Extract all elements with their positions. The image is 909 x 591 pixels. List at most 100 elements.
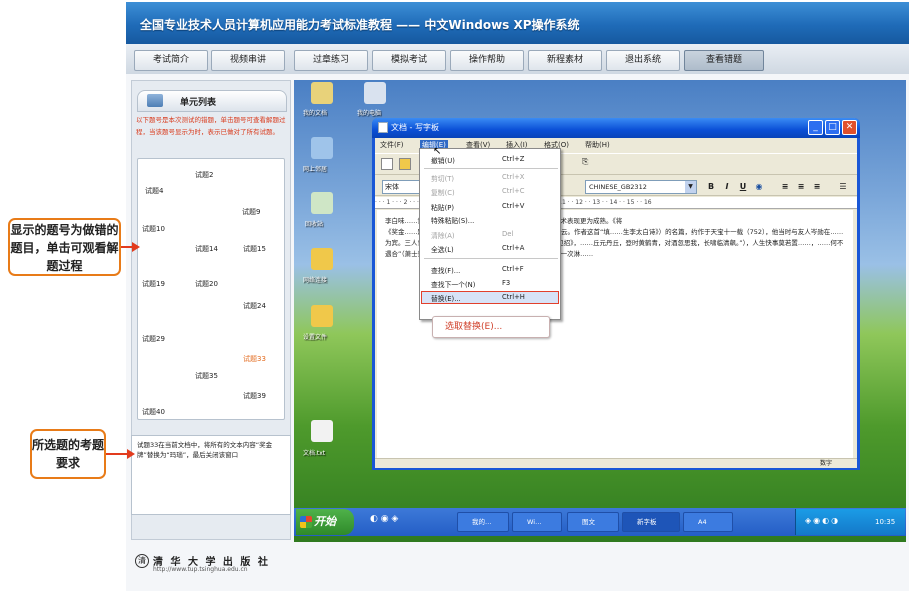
desktop-icon-label: 网上邻居 (303, 166, 328, 173)
question-item[interactable]: 试题24 (243, 301, 266, 311)
underline-icon[interactable]: U (737, 181, 749, 193)
quick-launch-icon[interactable]: ◐ ◉ ◈ (370, 514, 398, 524)
menu-help[interactable]: 帮助(H) (585, 140, 610, 150)
tab-mock-exam[interactable]: 模拟考试 (372, 50, 446, 71)
question-item[interactable]: 试题20 (195, 279, 218, 289)
shortcut-text: Ctrl+V (502, 202, 525, 210)
status-bar (375, 458, 857, 468)
paste-icon[interactable]: ⎘ (582, 157, 594, 169)
question-item[interactable]: 试题19 (142, 279, 165, 289)
color-icon[interactable]: ◉ (753, 181, 765, 193)
minimize-button[interactable]: _ (808, 120, 823, 135)
menu-item-replace[interactable]: 替换(E)... (431, 293, 461, 303)
arrow-head-icon (132, 242, 140, 252)
taskbar-button[interactable]: Wi… (512, 512, 562, 532)
tab-video[interactable]: 视频串讲 (211, 50, 285, 71)
publisher-logo: 清 (135, 554, 149, 568)
mouse-cursor-icon: ↖ (433, 146, 442, 157)
question-item[interactable]: 试题40 (142, 407, 165, 417)
desktop-icon-label: 设置文件 (303, 334, 328, 341)
italic-icon[interactable]: I (721, 181, 733, 193)
question-item[interactable]: 试题2 (195, 170, 213, 180)
new-document-icon[interactable] (381, 158, 393, 170)
recycle-bin-icon[interactable] (311, 192, 333, 214)
shortcut-text: Ctrl+C (502, 187, 525, 195)
menu-item-paste-special[interactable]: 特殊粘贴(S)... (431, 215, 474, 225)
publisher-url: http://www.tup.tsinghua.edu.cn (153, 566, 248, 573)
menu-separator (424, 168, 558, 169)
tab-chapter-practice[interactable]: 过章练习 (294, 50, 368, 71)
align-right-icon[interactable]: ≡ (811, 181, 823, 193)
shortcut-text: Ctrl+A (502, 244, 525, 252)
menu-item-clear[interactable]: 清除(A) (431, 230, 455, 240)
bullets-icon[interactable]: ☰ (837, 181, 849, 193)
question-item[interactable]: 试题4 (145, 186, 163, 196)
shortcut-text: Ctrl+X (502, 173, 525, 181)
desktop-icon-label: 文档.txt (303, 450, 326, 457)
monitor-icon (147, 94, 163, 107)
shortcut-text: Del (502, 230, 514, 238)
app-title: 全国专业技术人员计算机应用能力考试标准教程 —— 中文Windows XP操作系… (140, 18, 580, 32)
question-item[interactable]: 试题10 (142, 224, 165, 234)
wordpad-icon (378, 122, 388, 133)
callout-error-items: 显示的题号为做错的题目，单击可观看解题过程 (8, 218, 121, 276)
shortcut-text: F3 (502, 279, 511, 287)
tab-materials[interactable]: 新程素材 (528, 50, 602, 71)
taskbar-button[interactable]: 图文 (567, 512, 619, 532)
folder-icon[interactable] (311, 305, 333, 327)
my-documents-icon[interactable] (311, 82, 333, 104)
menu-item-copy[interactable]: 复制(C) (431, 187, 455, 197)
question-item[interactable]: 试题29 (142, 334, 165, 344)
status-text: 数字 (820, 460, 833, 467)
my-computer-icon[interactable] (364, 82, 386, 104)
question-item-selected[interactable]: 试题33 (243, 354, 266, 364)
wordpad-titlebar[interactable] (372, 118, 860, 138)
instructions-text: 以下题号是本次测试的错题，单击题号可查看解题过程，当该题号显示为时，表示已做对了… (136, 116, 286, 136)
menu-separator (424, 258, 558, 259)
arrow-head-icon (127, 449, 135, 459)
shortcut-text: Ctrl+F (502, 265, 524, 273)
replace-hint-tooltip: 选取替换(E)... (432, 316, 550, 338)
align-left-icon[interactable]: ≡ (779, 181, 791, 193)
tab-exam-intro[interactable]: 考试简介 (134, 50, 208, 71)
clock: 10:35 (875, 518, 896, 526)
menu-file[interactable]: 文件(F) (380, 140, 404, 150)
question-item[interactable]: 试题35 (195, 371, 218, 381)
menu-item-select-all[interactable]: 全选(L) (431, 244, 454, 254)
unit-title: 单元列表 (180, 98, 217, 108)
menu-item-cut[interactable]: 剪切(T) (431, 173, 454, 183)
question-item[interactable]: 试题9 (242, 207, 260, 217)
network-icon[interactable] (311, 137, 333, 159)
charset-select[interactable]: CHINESE_GB2312 (585, 180, 697, 194)
close-button[interactable]: ✕ (842, 120, 857, 135)
text-file-icon[interactable] (311, 420, 333, 442)
menu-item-find[interactable]: 查找(F)... (431, 265, 460, 275)
open-folder-icon[interactable] (399, 158, 411, 170)
tray-icons[interactable]: ◈◉◐◑ (805, 516, 840, 525)
shortcut-text: Ctrl+Z (502, 155, 525, 163)
callout-requirement: 所选题的考题要求 (30, 429, 106, 479)
wordpad-title: 文档 - 写字板 (391, 123, 439, 132)
desktop-icon-label: 网络连接 (303, 277, 328, 284)
shortcut-text: Ctrl+H (502, 293, 525, 301)
taskbar-button[interactable]: A4 (683, 512, 733, 532)
menu-item-find-next[interactable]: 查找下一个(N) (431, 279, 475, 289)
bold-icon[interactable]: B (705, 181, 717, 193)
align-center-icon[interactable]: ≡ (795, 181, 807, 193)
question-item[interactable]: 试题15 (243, 244, 266, 254)
tab-view-errors[interactable]: 查看错题 (684, 50, 764, 71)
desktop-icon-label: 我的文档 (303, 110, 328, 117)
desktop-icon-label: 回收站 (305, 221, 324, 228)
tab-exit[interactable]: 退出系统 (606, 50, 680, 71)
folder-icon[interactable] (311, 248, 333, 270)
tab-help[interactable]: 操作帮助 (450, 50, 524, 71)
question-item[interactable]: 试题14 (195, 244, 218, 254)
requirement-text: 试题33在当前文档中，将所有的文本内容“奖金牌”替换为“玛瑙”，最后关闭该窗口 (137, 441, 273, 459)
maximize-button[interactable]: □ (825, 120, 840, 135)
menu-item-paste[interactable]: 粘贴(P) (431, 202, 454, 212)
chevron-down-icon[interactable]: ▼ (685, 181, 696, 193)
taskbar-button-active[interactable]: 新字板 (622, 512, 680, 532)
windows-logo-icon (300, 516, 312, 528)
taskbar-button[interactable]: 我的… (457, 512, 509, 532)
question-item[interactable]: 试题39 (243, 391, 266, 401)
